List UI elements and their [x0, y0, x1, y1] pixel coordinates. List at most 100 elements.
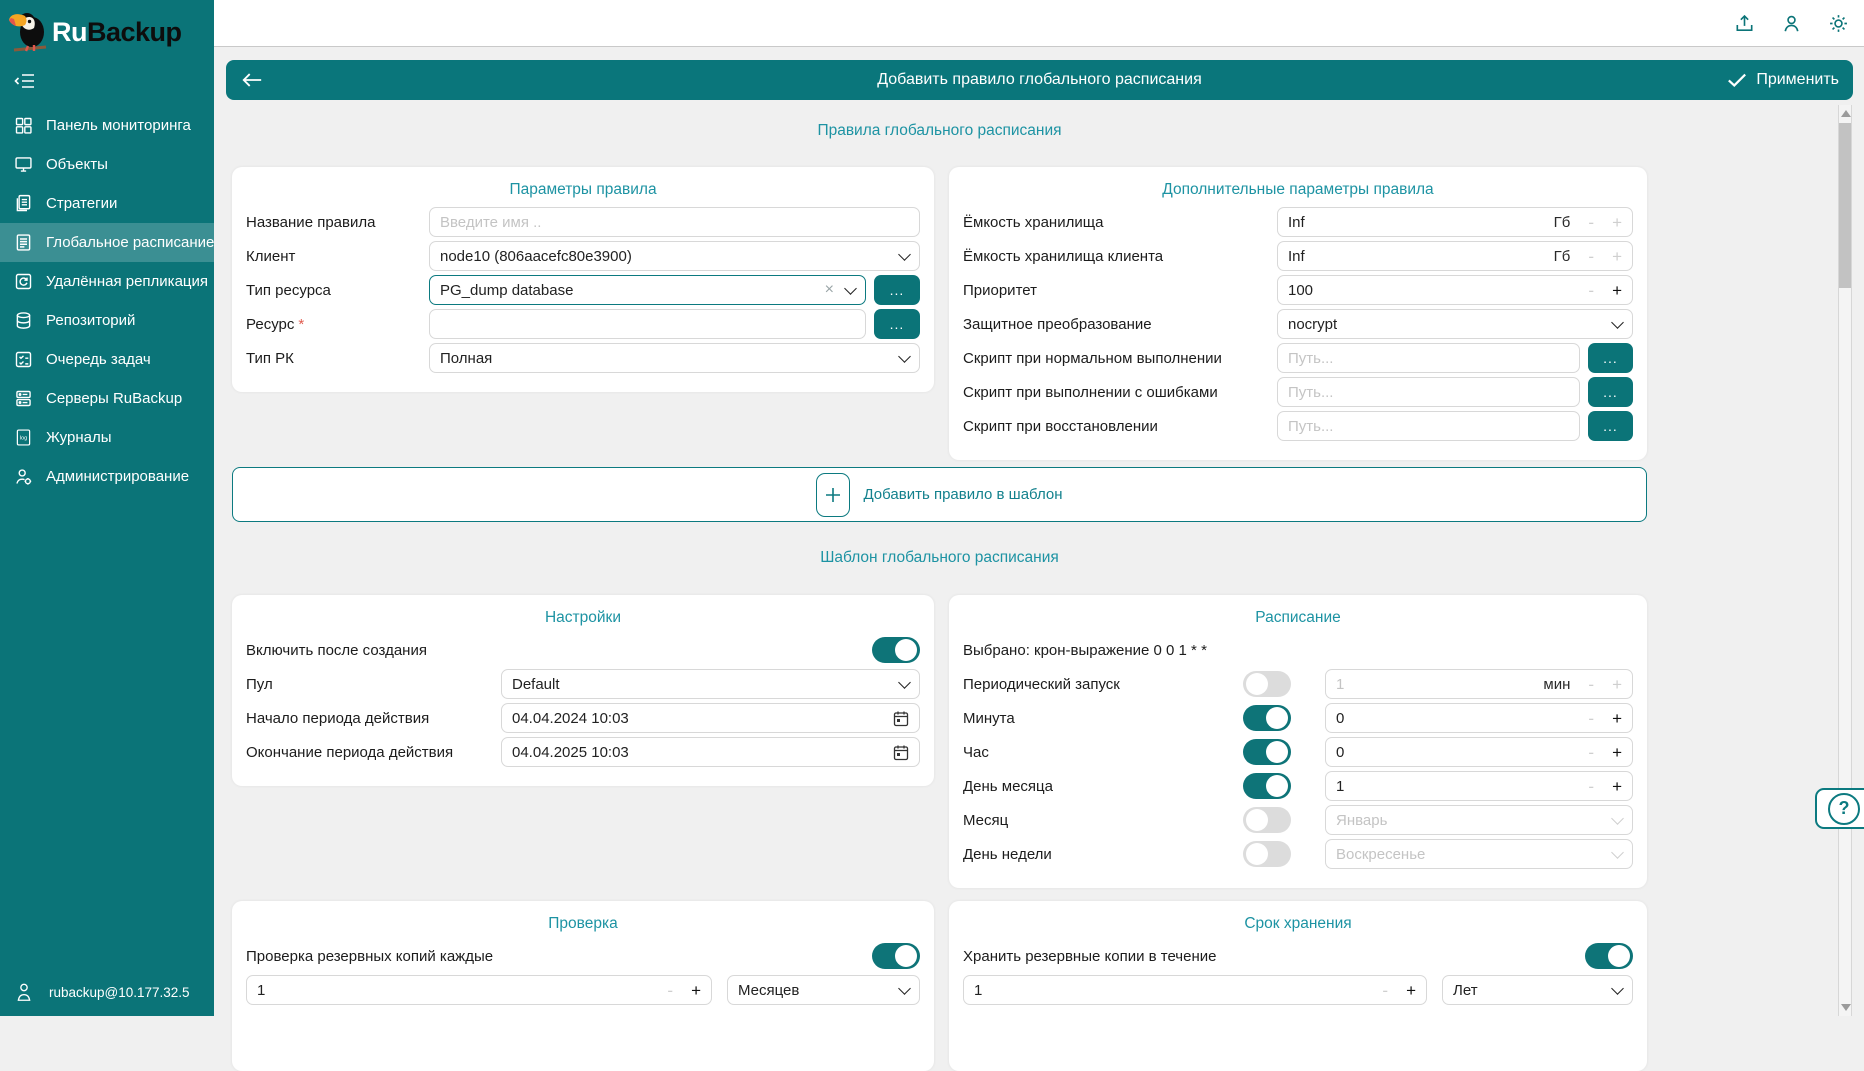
sidebar-item-repository[interactable]: Репозиторий — [0, 301, 214, 340]
sidebar-item-global-schedule[interactable]: Глобальное расписание — [0, 223, 214, 262]
minus-button[interactable]: - — [1588, 710, 1594, 727]
client-select[interactable]: node10 (806aacefc80e3900) — [429, 241, 920, 271]
sidebar-collapse-button[interactable] — [0, 58, 214, 96]
periodic-run-toggle[interactable] — [1243, 671, 1291, 697]
retention-toggle[interactable] — [1585, 943, 1633, 969]
minus-button[interactable]: - — [1588, 248, 1594, 265]
day-of-week-select[interactable]: Воскресенье — [1325, 839, 1633, 869]
calendar-icon[interactable] — [893, 744, 909, 761]
minus-button[interactable]: - — [1588, 214, 1594, 231]
plus-button[interactable]: + — [1406, 982, 1416, 999]
check-unit-select[interactable]: Месяцев — [727, 975, 920, 1005]
sidebar-item-strategies[interactable]: Стратегии — [0, 184, 214, 223]
apply-button[interactable]: Применить — [1727, 71, 1853, 89]
check-value-stepper[interactable]: 1 - + — [246, 975, 712, 1005]
minus-button[interactable]: - — [1382, 982, 1388, 999]
storage-capacity-stepper[interactable]: Inf Гб - + — [1277, 207, 1633, 237]
plus-button[interactable]: + — [1612, 676, 1622, 693]
period-end-datepicker[interactable]: 04.04.2025 10:03 — [501, 737, 920, 767]
help-button[interactable]: ? — [1815, 788, 1864, 829]
sidebar-item-administration[interactable]: Администрирование — [0, 457, 214, 496]
settings-gear-icon[interactable] — [1827, 12, 1850, 35]
plus-button[interactable]: + — [1612, 710, 1622, 727]
retention-unit-select[interactable]: Лет — [1442, 975, 1633, 1005]
sidebar-item-remote-replication[interactable]: Удалённая репликация — [0, 262, 214, 301]
plus-button[interactable]: + — [691, 982, 701, 999]
resource-type-combobox[interactable]: PG_dump database × — [429, 275, 866, 305]
periodic-run-stepper[interactable]: 1 мин - + — [1325, 669, 1633, 699]
pool-row: Пул Default — [246, 669, 920, 699]
add-rule-to-template-button[interactable]: Добавить правило в шаблон — [232, 467, 1647, 522]
month-value: Январь — [1336, 812, 1387, 829]
script-ok-input[interactable] — [1277, 343, 1580, 373]
plus-button[interactable]: + — [1612, 248, 1622, 265]
chevron-down-icon — [1611, 812, 1624, 825]
check-every-toggle[interactable] — [872, 943, 920, 969]
back-arrow-icon — [241, 71, 263, 89]
period-start-datepicker[interactable]: 04.04.2024 10:03 — [501, 703, 920, 733]
minus-button[interactable]: - — [1588, 676, 1594, 693]
script-ok-label: Скрипт при нормальном выполнении — [963, 350, 1277, 367]
chevron-down-icon — [898, 676, 911, 689]
resource-more-button[interactable]: ... — [874, 309, 920, 339]
export-icon[interactable] — [1733, 12, 1756, 35]
plus-button[interactable]: + — [1612, 744, 1622, 761]
profile-icon[interactable] — [1780, 12, 1803, 35]
hour-toggle[interactable] — [1243, 739, 1291, 765]
plus-button[interactable]: + — [1612, 282, 1622, 299]
sidebar-item-journals[interactable]: log Журналы — [0, 418, 214, 457]
minus-button[interactable]: - — [1588, 282, 1594, 299]
rk-type-select[interactable]: Полная — [429, 343, 920, 373]
minus-button[interactable]: - — [1588, 778, 1594, 795]
resource-input[interactable] — [429, 309, 866, 339]
calendar-icon[interactable] — [893, 710, 909, 727]
script-err-more-button[interactable]: ... — [1588, 377, 1633, 407]
minute-toggle[interactable] — [1243, 705, 1291, 731]
script-err-row: Скрипт при выполнении с ошибками ... — [963, 377, 1633, 407]
clear-icon[interactable]: × — [825, 281, 846, 299]
scroll-up-arrow-icon[interactable] — [1841, 110, 1851, 117]
hour-stepper[interactable]: 0 - + — [1325, 737, 1633, 767]
storage-capacity-label: Ёмкость хранилища — [963, 214, 1277, 231]
minus-button[interactable]: - — [667, 982, 673, 999]
scrollbar-thumb[interactable] — [1839, 123, 1851, 288]
script-restore-input[interactable] — [1277, 411, 1580, 441]
plus-button[interactable]: + — [1612, 214, 1622, 231]
scroll-down-arrow-icon[interactable] — [1841, 1004, 1851, 1011]
crypto-select[interactable]: nocrypt — [1277, 309, 1633, 339]
retention-value-stepper[interactable]: 1 - + — [963, 975, 1427, 1005]
sidebar-item-objects[interactable]: Объекты — [0, 145, 214, 184]
sidebar-item-task-queue[interactable]: Очередь задач — [0, 340, 214, 379]
svg-text:log: log — [20, 436, 28, 442]
day-of-month-toggle[interactable] — [1243, 773, 1291, 799]
hour-value: 0 — [1336, 744, 1344, 761]
month-select[interactable]: Январь — [1325, 805, 1633, 835]
resource-type-more-button[interactable]: ... — [874, 275, 920, 305]
sidebar-item-dashboard[interactable]: Панель мониторинга — [0, 106, 214, 145]
priority-stepper[interactable]: 100 - + — [1277, 275, 1633, 305]
script-ok-more-button[interactable]: ... — [1588, 343, 1633, 373]
priority-value: 100 — [1288, 282, 1313, 299]
current-user[interactable]: rubackup@10.177.32.5 — [0, 982, 229, 1016]
sidebar-item-label: Стратегии — [46, 195, 117, 212]
crypto-row: Защитное преобразование nocrypt — [963, 309, 1633, 339]
script-err-input[interactable] — [1277, 377, 1580, 407]
back-button[interactable] — [226, 60, 278, 100]
plus-button[interactable]: + — [1612, 778, 1622, 795]
toggle-knob — [1266, 741, 1288, 763]
resource-type-value: PG_dump database — [440, 282, 573, 299]
minute-stepper[interactable]: 0 - + — [1325, 703, 1633, 733]
sidebar-item-servers[interactable]: Серверы RuBackup — [0, 379, 214, 418]
script-restore-more-button[interactable]: ... — [1588, 411, 1633, 441]
day-of-month-value: 1 — [1336, 778, 1344, 795]
vertical-scrollbar[interactable] — [1838, 105, 1852, 1016]
enable-after-create-toggle[interactable] — [872, 637, 920, 663]
day-of-month-stepper[interactable]: 1 - + — [1325, 771, 1633, 801]
rule-name-input[interactable] — [429, 207, 920, 237]
client-capacity-stepper[interactable]: Inf Гб - + — [1277, 241, 1633, 271]
month-toggle[interactable] — [1243, 807, 1291, 833]
storage-capacity-row: Ёмкость хранилища Inf Гб - + — [963, 207, 1633, 237]
pool-select[interactable]: Default — [501, 669, 920, 699]
minus-button[interactable]: - — [1588, 744, 1594, 761]
day-of-week-toggle[interactable] — [1243, 841, 1291, 867]
